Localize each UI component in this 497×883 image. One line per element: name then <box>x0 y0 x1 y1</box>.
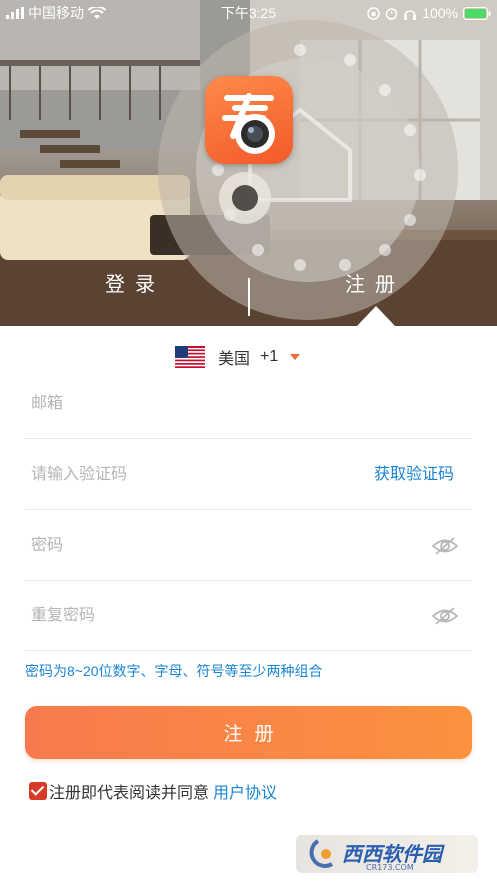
password-hint: 密码为8~20位数字、字母、符号等至少两种组合 <box>25 663 323 679</box>
repeat-password-field[interactable] <box>31 581 351 651</box>
country-name: 美国 <box>218 351 251 368</box>
email-field-row <box>25 369 472 439</box>
country-code: +1 <box>260 348 279 365</box>
chevron-down-icon <box>290 354 301 360</box>
tab-divider <box>248 278 250 316</box>
email-field[interactable] <box>31 369 351 439</box>
password-field[interactable] <box>31 511 351 581</box>
carrier-name: 中国移动 <box>28 5 84 21</box>
headphones-icon <box>404 9 417 20</box>
verification-code-row: 获取验证码 <box>25 440 472 510</box>
user-agreement-link[interactable]: 用户协议 <box>213 779 277 803</box>
tab-login[interactable]: 登录 <box>60 262 210 310</box>
watermark-logo: 西西软件园 CR173.COM <box>296 835 478 873</box>
country-selector[interactable]: 美国 +1 <box>175 343 301 371</box>
verification-code-field[interactable] <box>31 440 351 510</box>
agree-text: 注册即代表阅读并同意 <box>49 785 210 802</box>
watermark-graphic: 西西软件园 CR173.COM <box>309 839 445 871</box>
wifi-icon <box>88 6 106 19</box>
agree-checkbox[interactable] <box>29 782 47 800</box>
register-button[interactable]: 注册 <box>25 706 472 759</box>
camera-lens-icon <box>222 93 275 154</box>
battery-icon <box>463 6 491 20</box>
alarm-icon <box>385 7 398 20</box>
agreement-row: 注册即代表阅读并同意 用户协议 <box>29 779 277 803</box>
battery-percent: 100% <box>422 5 458 21</box>
active-tab-indicator <box>356 306 396 327</box>
app-logo <box>205 76 293 164</box>
repeat-password-row <box>25 581 472 651</box>
svg-text:CR173.COM: CR173.COM <box>366 863 414 871</box>
get-code-button[interactable]: 获取验证码 <box>374 440 454 510</box>
tab-register[interactable]: 注册 <box>300 262 450 310</box>
eye-hidden-icon[interactable] <box>432 605 458 627</box>
password-row <box>25 511 472 581</box>
eye-hidden-icon[interactable] <box>432 535 458 557</box>
us-flag-icon <box>175 346 205 368</box>
orientation-lock-icon <box>367 6 380 20</box>
signal-icon <box>6 7 24 19</box>
status-bar: 中国移动 下午3:25 100% <box>0 0 497 26</box>
